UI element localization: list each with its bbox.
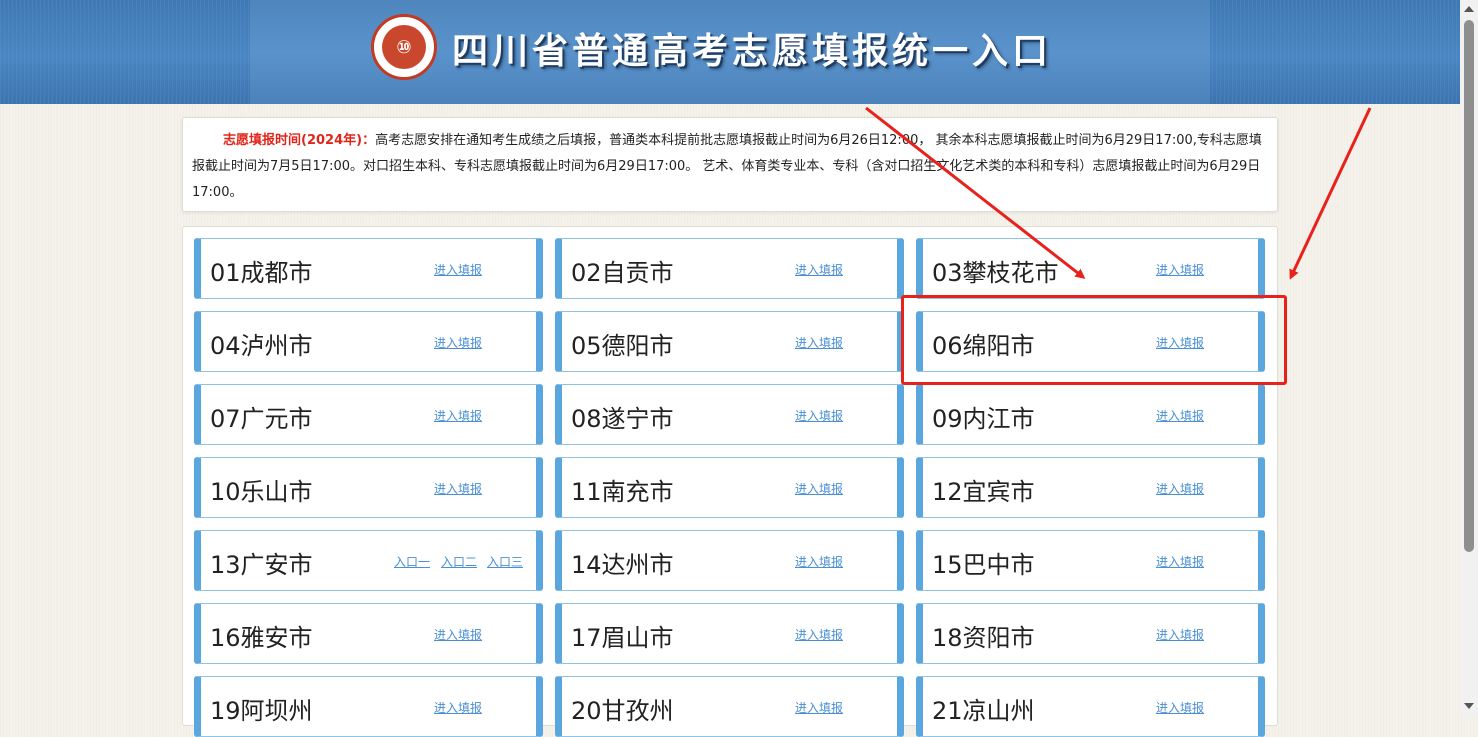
city-card: 21凉山州 进入填报 <box>916 676 1265 737</box>
city-name: 08遂宁市 <box>571 405 674 433</box>
city-card: 17眉山市 进入填报 <box>555 603 904 664</box>
enter-link[interactable]: 进入填报 <box>795 626 843 643</box>
city-card: 05德阳市 进入填报 <box>555 311 904 372</box>
enter-link[interactable]: 进入填报 <box>1156 553 1204 570</box>
enter-link[interactable]: 进入填报 <box>795 334 843 351</box>
enter-link[interactable]: 进入填报 <box>1156 699 1204 716</box>
enter-link[interactable]: 进入填报 <box>1156 480 1204 497</box>
scrollbar[interactable] <box>1460 0 1478 717</box>
enter-link[interactable]: 进入填报 <box>1156 261 1204 278</box>
city-name: 01成都市 <box>210 259 313 287</box>
city-card: 09内江市 进入填报 <box>916 384 1265 445</box>
city-name: 10乐山市 <box>210 478 313 506</box>
city-card: 12宜宾市 进入填报 <box>916 457 1265 518</box>
city-card: 07广元市 进入填报 <box>194 384 543 445</box>
city-card: 20甘孜州 进入填报 <box>555 676 904 737</box>
deadline-notice: 志愿填报时间(2024年)：高考志愿安排在通知考生成绩之后填报，普通类本科提前批… <box>182 117 1278 212</box>
city-card: 04泸州市 进入填报 <box>194 311 543 372</box>
city-card: 10乐山市 进入填报 <box>194 457 543 518</box>
enter-link[interactable]: 进入填报 <box>795 480 843 497</box>
notice-lead: 志愿填报时间(2024年)： <box>223 133 376 148</box>
city-card: 02自贡市 进入填报 <box>555 238 904 299</box>
enter-link[interactable]: 进入填报 <box>795 699 843 716</box>
city-name: 20甘孜州 <box>571 697 674 725</box>
city-name: 07广元市 <box>210 405 313 433</box>
arrow-right <box>1289 107 1372 280</box>
university-seal-icon: ⑩ <box>371 14 437 80</box>
city-card: 03攀枝花市 进入填报 <box>916 238 1265 299</box>
city-name: 05德阳市 <box>571 332 674 360</box>
enter-link[interactable]: 进入填报 <box>434 407 482 424</box>
city-name: 09内江市 <box>932 405 1035 433</box>
page-title: 四川省普通高考志愿填报统一入口 <box>452 31 1053 72</box>
enter-link[interactable]: 进入填报 <box>434 480 482 497</box>
city-card: 18资阳市 进入填报 <box>916 603 1265 664</box>
enter-link[interactable]: 进入填报 <box>1156 334 1204 351</box>
city-name: 18资阳市 <box>932 624 1035 652</box>
city-card: 01成都市 进入填报 <box>194 238 543 299</box>
city-name: 15巴中市 <box>932 551 1035 579</box>
city-name: 13广安市 <box>210 551 313 579</box>
city-name: 21凉山州 <box>932 697 1035 725</box>
enter-link[interactable]: 进入填报 <box>1156 407 1204 424</box>
city-name: 17眉山市 <box>571 624 674 652</box>
city-name: 04泸州市 <box>210 332 313 360</box>
city-card: 11南充市 进入填报 <box>555 457 904 518</box>
city-name: 19阿坝州 <box>210 697 313 725</box>
city-name: 11南充市 <box>571 478 674 506</box>
city-card: 15巴中市 进入填报 <box>916 530 1265 591</box>
enter-link[interactable]: 进入填报 <box>434 261 482 278</box>
city-card: 13广安市 入口一 入口二 入口三 <box>194 530 543 591</box>
city-name: 06绵阳市 <box>932 332 1035 360</box>
enter-link[interactable]: 进入填报 <box>434 334 482 351</box>
city-name: 03攀枝花市 <box>932 259 1059 287</box>
scroll-up-icon[interactable] <box>1464 6 1474 12</box>
entry-link-2[interactable]: 入口二 <box>441 553 477 570</box>
city-card: 14达州市 进入填报 <box>555 530 904 591</box>
enter-link[interactable]: 进入填报 <box>795 407 843 424</box>
city-card: 06绵阳市 进入填报 <box>916 311 1265 372</box>
enter-link[interactable]: 进入填报 <box>1156 626 1204 643</box>
entry-link-1[interactable]: 入口一 <box>394 553 430 570</box>
enter-link[interactable]: 进入填报 <box>434 626 482 643</box>
city-card: 19阿坝州 进入填报 <box>194 676 543 737</box>
scrollbar-thumb[interactable] <box>1464 20 1474 552</box>
enter-link[interactable]: 进入填报 <box>795 261 843 278</box>
city-card: 08遂宁市 进入填报 <box>555 384 904 445</box>
city-name: 02自贡市 <box>571 259 674 287</box>
enter-link[interactable]: 进入填报 <box>795 553 843 570</box>
city-name: 14达州市 <box>571 551 674 579</box>
entry-link-3[interactable]: 入口三 <box>487 553 523 570</box>
enter-link[interactable]: 进入填报 <box>434 699 482 716</box>
scroll-down-icon[interactable] <box>1464 703 1474 709</box>
city-name: 12宜宾市 <box>932 478 1035 506</box>
site-header: ⑩ 四川省普通高考志愿填报统一入口 <box>0 0 1460 104</box>
city-card: 16雅安市 进入填报 <box>194 603 543 664</box>
logo-glyph: ⑩ <box>382 25 426 69</box>
city-name: 16雅安市 <box>210 624 313 652</box>
